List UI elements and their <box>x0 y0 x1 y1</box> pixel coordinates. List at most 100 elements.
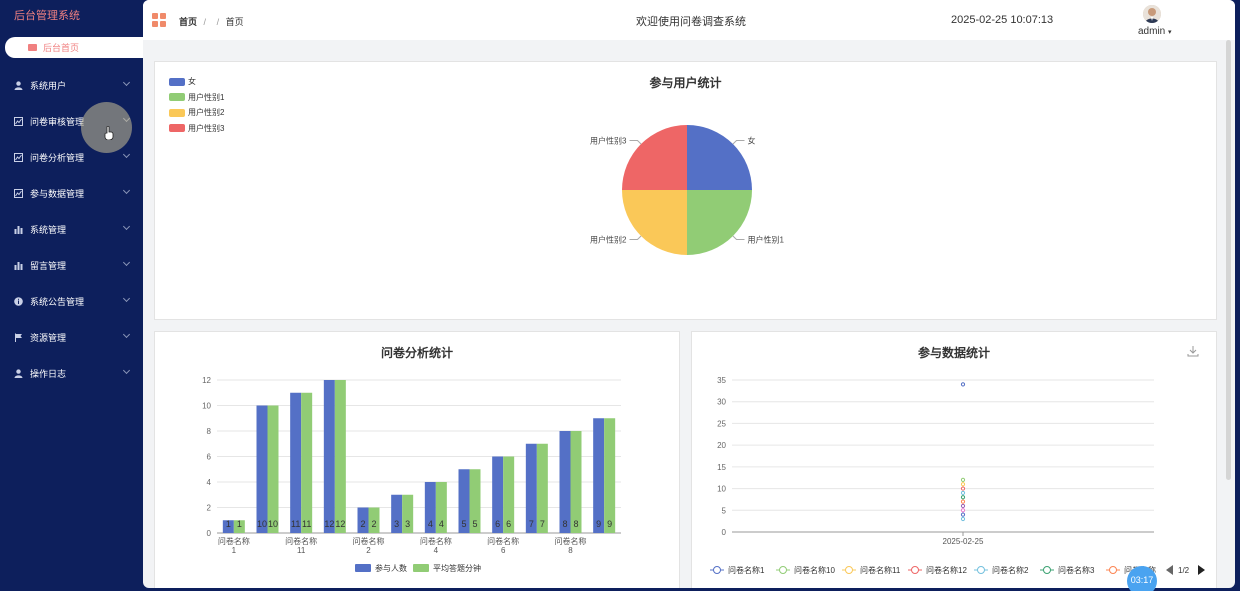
legend-marker <box>779 566 787 574</box>
bar <box>604 418 616 533</box>
sidebar-item[interactable]: 系统公告管理 <box>0 283 143 319</box>
legend-marker <box>713 566 721 574</box>
pie-slice <box>687 125 752 190</box>
breadcrumb-separator: / <box>216 17 220 27</box>
sidebar-item[interactable]: 留言管理 <box>0 247 143 283</box>
bar-value-label: 3 <box>405 519 410 529</box>
y-tick-label: 5 <box>722 506 727 515</box>
scatter-point <box>960 482 966 487</box>
sidebar-item-label: 问卷审核管理 <box>30 116 85 127</box>
flag-icon <box>14 333 23 342</box>
pie-label: 用户性别3 <box>590 136 627 146</box>
scrollbar[interactable] <box>1226 40 1231 480</box>
scatter-point <box>960 486 966 491</box>
legend-label: 问卷名称10 <box>794 565 835 575</box>
bar-value-label: 10 <box>257 519 267 529</box>
y-tick-label: 10 <box>717 485 726 494</box>
avatar[interactable] <box>1143 5 1161 23</box>
top-bar: 首页 / / 首页 欢迎使用问卷调查系统 2025-02-25 10:07:13… <box>143 0 1235 40</box>
welcome-text: 欢迎使用问卷调查系统 <box>636 16 746 28</box>
sidebar-item-label: 系统用户 <box>30 80 67 91</box>
pie-label-line <box>629 140 642 145</box>
x-tick-label: 问卷名称 <box>555 536 587 546</box>
legend-label: 问卷名称2 <box>992 565 1029 575</box>
scatter-point <box>960 512 966 517</box>
pie-label-line <box>732 235 745 240</box>
bar-chart-card: 问卷分析统计 0 2 4 6 8 10 12 1 10 11 12 2 3 4 5 6 7 8 9 1 10 11 12 2 3… <box>154 331 680 588</box>
chevron-down-icon <box>122 186 131 195</box>
scatter-point <box>960 516 966 522</box>
scatter-point <box>960 495 966 500</box>
sidebar-item[interactable]: 资源管理 <box>0 319 143 355</box>
y-tick-label: 25 <box>717 419 726 428</box>
monitor-icon <box>28 44 37 51</box>
pie-label: 用户性别2 <box>590 234 627 244</box>
floating-timer-button[interactable]: 03:17 <box>1127 566 1157 591</box>
sidebar-item-label: 留言管理 <box>30 260 67 271</box>
bar-value-label: 7 <box>529 519 534 529</box>
bar-value-label: 2 <box>371 519 376 529</box>
bar-value-label: 8 <box>562 519 567 529</box>
legend-next-icon <box>1198 565 1205 575</box>
sidebar-item-label: 系统公告管理 <box>30 296 85 307</box>
sidebar-item[interactable]: 系统管理 <box>0 211 143 247</box>
sidebar-item-label: 系统管理 <box>30 224 67 235</box>
chart-line-icon <box>14 116 23 126</box>
chevron-down-icon <box>122 258 131 267</box>
bar-value-label: 5 <box>472 519 477 529</box>
pie-chart: 女用户性别1 用户性别2 用户性别3 <box>590 125 784 255</box>
bar <box>301 392 313 533</box>
bar-value-label: 4 <box>439 519 444 529</box>
chart-line-icon <box>14 188 23 198</box>
x-tick-label: 问卷名称 <box>420 536 452 546</box>
legend-label: 问卷名称3 <box>1058 565 1095 575</box>
x-tick-label: 问卷名称 <box>285 536 317 546</box>
user-menu[interactable]: admin ▾ <box>1138 26 1172 37</box>
username: admin <box>1138 26 1166 37</box>
sidebar: 后台管理系统 后台首页 系统用户 问卷审核管理 问卷分析管理 参与数据管理 系统管理 留言… <box>0 0 144 591</box>
legend-marker <box>911 566 919 574</box>
scatter-chart: 0 5 10 15 20 25 30 35 2025-02-25 问卷名称1 问卷名称10 问卷名称1… <box>710 376 1205 575</box>
legend-swatch <box>355 564 371 572</box>
breadcrumb-separator: / <box>203 17 207 27</box>
bar-value-label: 12 <box>324 519 334 529</box>
bar-value-label: 2 <box>360 519 365 529</box>
legend-page-label: 1/2 <box>1178 566 1190 575</box>
sidebar-item[interactable]: 系统用户 <box>0 67 143 103</box>
bar <box>256 405 268 533</box>
menu-grid-icon[interactable] <box>152 13 166 27</box>
breadcrumb-home[interactable]: 首页 <box>179 17 197 27</box>
sidebar-item[interactable]: 操作日志 <box>0 355 143 391</box>
bar <box>559 431 571 533</box>
y-tick-label: 35 <box>717 376 726 385</box>
bar-value-label: 5 <box>461 519 466 529</box>
scatter-point <box>960 508 966 513</box>
bar-value-label: 9 <box>596 519 601 529</box>
y-tick-label: 20 <box>717 441 726 450</box>
sidebar-item[interactable]: 参与数据管理 <box>0 175 143 211</box>
chevron-down-icon <box>122 294 131 303</box>
pie-label-line <box>629 235 642 240</box>
x-tick-label: 问卷名称 <box>218 536 250 546</box>
legend-label: 问卷名称12 <box>926 565 967 575</box>
y-tick-label: 4 <box>207 478 212 487</box>
scatter-point <box>960 503 966 509</box>
legend-swatch <box>413 564 429 572</box>
bar <box>323 380 335 533</box>
legend-label: 参与人数 <box>375 563 407 573</box>
chevron-down-icon <box>122 330 131 339</box>
y-tick-label: 15 <box>717 463 726 472</box>
legend-marker <box>1043 566 1051 574</box>
sidebar-item-home[interactable]: 后台首页 <box>5 37 144 58</box>
bar <box>334 380 346 533</box>
bar-value-label: 11 <box>291 519 300 529</box>
pie-slice <box>622 125 687 190</box>
legend-marker <box>1109 566 1117 574</box>
scatter-point <box>960 499 966 504</box>
x-tick-label: 11 <box>297 546 306 555</box>
legend-label: 问卷名称1 <box>728 565 765 575</box>
x-tick-label: 6 <box>501 546 506 555</box>
bar-value-label: 4 <box>428 519 433 529</box>
chevron-down-icon <box>122 366 131 375</box>
sidebar-item-label: 参与数据管理 <box>30 188 85 199</box>
